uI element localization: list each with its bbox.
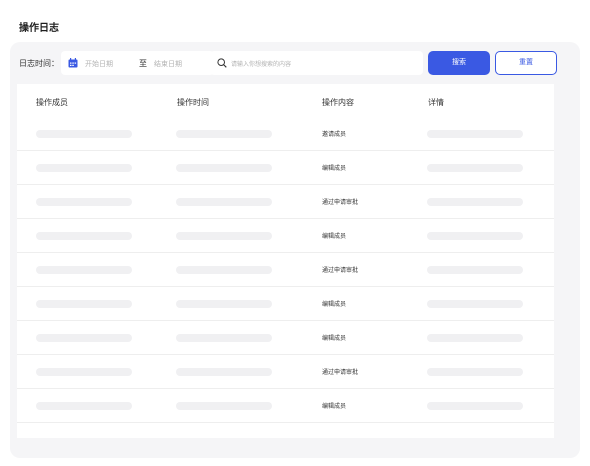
time-placeholder	[176, 334, 272, 342]
time-placeholder	[176, 232, 272, 240]
content-cell: 通过申请审批	[322, 268, 359, 274]
member-placeholder	[36, 232, 132, 240]
table-header: 操作成员 操作时间 操作内容 详情	[17, 84, 554, 116]
search-input[interactable]: 请输入你想搜索的内容	[210, 51, 423, 75]
member-placeholder	[36, 198, 132, 206]
content-cell: 编辑成员	[322, 302, 347, 308]
content-cell: 通过申请审批	[322, 370, 359, 376]
search-icon	[217, 58, 227, 68]
member-placeholder	[36, 130, 132, 138]
start-date-input[interactable]: 开始日期	[85, 59, 113, 69]
table-row: 通过申请审批	[17, 252, 554, 287]
member-placeholder	[36, 164, 132, 172]
member-placeholder	[36, 300, 132, 308]
detail-placeholder	[427, 300, 523, 308]
time-placeholder	[176, 402, 272, 410]
page-title: 操作日志	[19, 23, 59, 34]
content-cell: 编辑成员	[322, 336, 347, 342]
date-filter-label: 日志时间：	[19, 59, 59, 68]
time-placeholder	[176, 164, 272, 172]
time-placeholder	[176, 368, 272, 376]
filter-bar: 日志时间： 开始日期 至 结束日期 请输入你想搜索的内容 搜索 重置	[10, 47, 580, 79]
member-placeholder	[36, 334, 132, 342]
content-cell: 编辑成员	[322, 166, 347, 172]
detail-placeholder	[427, 130, 523, 138]
content-cell: 编辑成员	[322, 234, 347, 240]
time-placeholder	[176, 266, 272, 274]
table-row: 通过申请审批	[17, 354, 554, 389]
content-cell: 编辑成员	[322, 404, 347, 410]
log-table: 操作成员 操作时间 操作内容 详情 邀请成员 编辑成员 通过申请审批 编辑成员 …	[17, 84, 554, 438]
content-cell: 通过申请审批	[322, 200, 359, 206]
detail-placeholder	[427, 198, 523, 206]
end-date-input[interactable]: 结束日期	[154, 59, 182, 69]
calendar-icon	[68, 58, 78, 68]
detail-placeholder	[427, 334, 523, 342]
date-range-picker[interactable]: 开始日期 至 结束日期	[61, 51, 214, 75]
table-row: 编辑成员	[17, 286, 554, 321]
search-button[interactable]: 搜索	[428, 51, 490, 75]
detail-placeholder	[427, 164, 523, 172]
detail-placeholder	[427, 368, 523, 376]
table-row: 邀请成员	[17, 116, 554, 151]
header-time: 操作时间	[177, 98, 209, 107]
detail-placeholder	[427, 402, 523, 410]
member-placeholder	[36, 402, 132, 410]
table-row: 编辑成员	[17, 388, 554, 423]
time-placeholder	[176, 198, 272, 206]
detail-placeholder	[427, 266, 523, 274]
content-cell: 邀请成员	[322, 132, 347, 138]
time-placeholder	[176, 130, 272, 138]
header-member: 操作成员	[36, 98, 68, 107]
search-placeholder: 请输入你想搜索的内容	[231, 62, 292, 68]
table-row: 编辑成员	[17, 150, 554, 185]
header-detail: 详情	[428, 98, 444, 107]
member-placeholder	[36, 266, 132, 274]
detail-placeholder	[427, 232, 523, 240]
member-placeholder	[36, 368, 132, 376]
table-row: 编辑成员	[17, 218, 554, 253]
date-separator: 至	[139, 59, 147, 68]
reset-button[interactable]: 重置	[495, 51, 557, 75]
header-content: 操作内容	[322, 98, 354, 107]
table-row: 编辑成员	[17, 320, 554, 355]
table-row: 通过申请审批	[17, 184, 554, 219]
time-placeholder	[176, 300, 272, 308]
